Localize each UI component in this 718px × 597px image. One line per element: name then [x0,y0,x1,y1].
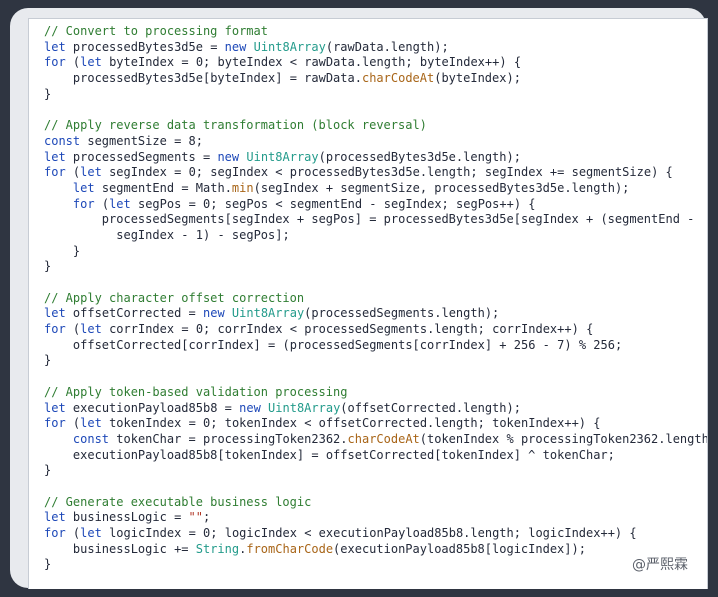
watermark: @严熙霖 [632,557,688,573]
code-line: offsetCorrected[corrIndex] = (processedS… [72,337,623,352]
code-line: let offsetCorrected = new Uint8Array(pro… [44,306,500,321]
code-line: let businessLogic = ""; [44,510,211,525]
code-line: for (let segIndex = 0; segIndex < proces… [44,165,673,180]
code-line: processedSegments[segIndex + segPos] = p… [101,212,695,227]
code-line: // Apply token-based validation processi… [44,384,348,399]
code-line: // Apply reverse data transformation (bl… [44,118,427,133]
code-line: // Apply character offset correction [44,290,305,305]
code-line: let processedSegments = new Uint8Array(p… [44,149,521,164]
code-line: for (let logicIndex = 0; logicIndex < ex… [44,526,637,540]
code-line: for (let tokenIndex = 0; tokenIndex < of… [44,416,601,431]
code-line: let processedBytes3d5e = new Uint8Array(… [44,39,449,54]
code-line: } [44,463,52,478]
code-line: } [44,86,52,101]
code-line: executionPayload85b8[tokenIndex] = offse… [72,447,615,462]
code-line: segIndex - 1) - segPos]; [116,227,290,242]
code-line: } [44,353,52,368]
code-line: businessLogic += String.fromCharCode(exe… [72,541,586,556]
screenshot-frame: // Convert to processing format let proce… [10,8,708,589]
code-line: const tokenChar = processingToken2362.ch… [72,431,708,446]
code-panel: // Convert to processing format let proce… [28,18,708,589]
code-block: // Convert to processing format let proce… [29,19,707,573]
code-line: for (let corrIndex = 0; corrIndex < proc… [44,322,594,337]
code-line: // Convert to processing format [44,24,268,38]
code-line: // Generate executable business logic [44,494,312,509]
code-line: } [44,259,52,274]
code-line: for (let segPos = 0; segPos < segmentEnd… [72,196,536,211]
code-line: const segmentSize = 8; [44,133,203,148]
code-line: } [44,557,52,572]
code-line: let segmentEnd = Math.min(segIndex + seg… [72,180,630,195]
code-line: let executionPayload85b8 = new Uint8Arra… [44,400,521,415]
code-line: for (let byteIndex = 0; byteIndex < rawD… [44,55,522,70]
code-line: } [72,243,81,258]
code-line: processedBytes3d5e[byteIndex] = rawData.… [72,71,521,86]
